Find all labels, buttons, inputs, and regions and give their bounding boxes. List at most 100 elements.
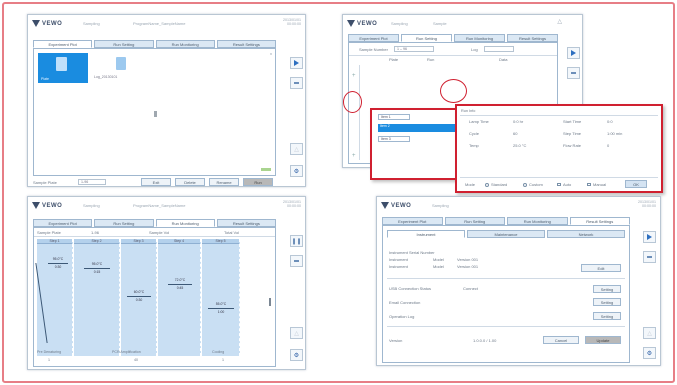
tab-experiment-plot[interactable]: Experiment Plot xyxy=(348,34,399,42)
info-label: Total Vol xyxy=(224,230,240,235)
tab-result-settings[interactable]: Result Settings xyxy=(569,217,630,225)
scroll-handle[interactable] xyxy=(269,298,271,306)
radio-standard-label: Standard xyxy=(491,182,508,187)
stop-icon[interactable] xyxy=(643,251,656,263)
setting-button[interactable]: Setting xyxy=(593,298,621,306)
setting-button[interactable]: Setting xyxy=(593,312,621,320)
tab-experiment-plot[interactable]: Experiment Plot xyxy=(382,217,443,225)
header-clock: 2013/01/01 00:00:00 xyxy=(638,200,656,208)
popup-value: 1:00 min xyxy=(607,131,623,136)
list-item[interactable]: Item 1 xyxy=(378,114,410,120)
highlight-ring-left xyxy=(343,91,362,113)
tab-run-setting[interactable]: Run Setting xyxy=(401,34,452,42)
delete-button[interactable]: Delete xyxy=(175,178,205,186)
tab-experiment-plot[interactable]: Experiment Plot xyxy=(33,40,93,48)
step-column[interactable]: Step 4 xyxy=(158,239,201,356)
subtab-maintenance[interactable]: Maintenance xyxy=(467,230,545,238)
rename-button[interactable]: Rename xyxy=(209,178,239,186)
main-tabs: Experiment Plot Run Setting Run Monitori… xyxy=(33,40,276,48)
play-icon[interactable] xyxy=(290,57,303,69)
brand-logo: VEWO xyxy=(32,19,62,28)
column-run: Run xyxy=(427,57,435,62)
alert-icon[interactable]: △ xyxy=(290,143,303,155)
checkbox-manual-label: Manual xyxy=(593,182,607,187)
tab-result-settings[interactable]: Result Settings xyxy=(216,40,276,48)
temp-profile-segment xyxy=(208,308,234,309)
popup-value: 0 xyxy=(607,143,610,148)
header-program: ProgramName_SampleName xyxy=(133,203,186,208)
subtab-instrument[interactable]: Instrument xyxy=(387,230,465,238)
tab-run-monitoring[interactable]: Run Monitoring xyxy=(507,217,568,225)
list-item-selected[interactable]: Item 2 xyxy=(378,124,458,132)
stage-cycles: 40 xyxy=(134,358,138,362)
tab-run-monitoring[interactable]: Run Monitoring xyxy=(155,40,215,48)
update-button[interactable]: Update xyxy=(585,336,621,344)
sample-number-field[interactable]: 1 – 96 xyxy=(394,46,434,52)
setting-value: Model xyxy=(433,264,444,269)
popup-key: Start Time xyxy=(563,119,582,124)
tab-result-settings[interactable]: Result Settings xyxy=(216,219,276,227)
gear-icon[interactable]: ⚙ xyxy=(290,349,303,361)
brand-logo: VEWO xyxy=(347,19,377,28)
step-column[interactable]: Step 5 xyxy=(202,239,240,356)
sub-tabs: Instrument Maintenance Network xyxy=(387,230,625,238)
tab-experiment-plot[interactable]: Experiment Plot xyxy=(33,219,93,227)
log-field[interactable] xyxy=(484,46,514,52)
tab-run-setting[interactable]: Run Setting xyxy=(444,217,505,225)
run-button[interactable]: Run xyxy=(243,178,273,186)
sample-plate-label: Sample Plate xyxy=(33,180,57,185)
play-icon[interactable] xyxy=(567,47,580,59)
checkbox-manual[interactable] xyxy=(587,182,591,188)
edit-button[interactable]: Edit xyxy=(581,264,621,272)
stop-icon[interactable] xyxy=(290,255,303,267)
stop-icon[interactable] xyxy=(567,67,580,79)
header-mode: Sampling xyxy=(83,21,100,26)
step-header: Step 3 xyxy=(121,239,156,244)
exit-button[interactable]: Exit xyxy=(141,178,171,186)
ok-button[interactable]: OK xyxy=(625,180,647,188)
info-label: Sample Plate xyxy=(37,230,61,235)
alert-icon[interactable]: △ xyxy=(643,327,656,339)
file-item[interactable]: Log_20130101 xyxy=(94,53,148,83)
pause-icon[interactable]: ❚❚ xyxy=(290,235,303,247)
side-controls: ❚❚ xyxy=(290,235,303,267)
info-value: 1-96 xyxy=(91,230,100,235)
divider xyxy=(349,55,557,56)
play-icon[interactable] xyxy=(643,231,656,243)
radio-custom[interactable] xyxy=(523,182,527,188)
setting-button[interactable]: Setting xyxy=(593,285,621,293)
gear-icon[interactable]: ⚙ xyxy=(290,165,303,177)
stop-icon[interactable] xyxy=(290,77,303,89)
add-icon[interactable]: + xyxy=(352,153,356,159)
cancel-button[interactable]: Cancel xyxy=(543,336,579,344)
stage-cycles: 1 xyxy=(222,358,224,362)
alert-icon: △ xyxy=(557,19,562,25)
tab-run-monitoring[interactable]: Run Monitoring xyxy=(155,219,215,227)
step-column[interactable]: Step 2 xyxy=(74,239,120,356)
file-item-selected[interactable]: Plate xyxy=(38,53,88,83)
tab-run-setting[interactable]: Run Setting xyxy=(94,40,154,48)
temp-profile-segment xyxy=(84,268,110,269)
popup-value: 0:0 xyxy=(607,119,613,124)
gear-icon[interactable]: ⚙ xyxy=(643,347,656,359)
sample-plate-field[interactable]: 1-96 xyxy=(78,179,106,185)
file-icon xyxy=(116,57,126,70)
stage-label: Pre Denaturing xyxy=(37,350,62,354)
stage-cycles: 1 xyxy=(48,358,50,362)
version-value: 1.0.0.0 / 1.00 xyxy=(473,338,497,343)
tab-result-settings[interactable]: Result Settings xyxy=(507,34,558,42)
list-item[interactable]: Item 3 xyxy=(378,136,410,142)
alert-icon[interactable]: △ xyxy=(290,327,303,339)
file-icon xyxy=(56,57,67,71)
close-icon[interactable]: x xyxy=(270,51,272,56)
tab-run-setting[interactable]: Run Setting xyxy=(94,219,154,227)
header-clock: 2013/01/01 00:00:00 xyxy=(283,18,301,26)
add-icon[interactable]: + xyxy=(352,73,356,79)
radio-standard[interactable] xyxy=(485,182,489,188)
tab-run-monitoring[interactable]: Run Monitoring xyxy=(454,34,505,42)
subtab-network[interactable]: Network xyxy=(547,230,625,238)
step-header: Step 4 xyxy=(158,239,200,244)
step-time: 0:15 xyxy=(93,270,101,274)
checkbox-auto[interactable] xyxy=(557,182,561,188)
dropdown-popup: Item 1 Item 2 Item 3 xyxy=(370,108,462,180)
